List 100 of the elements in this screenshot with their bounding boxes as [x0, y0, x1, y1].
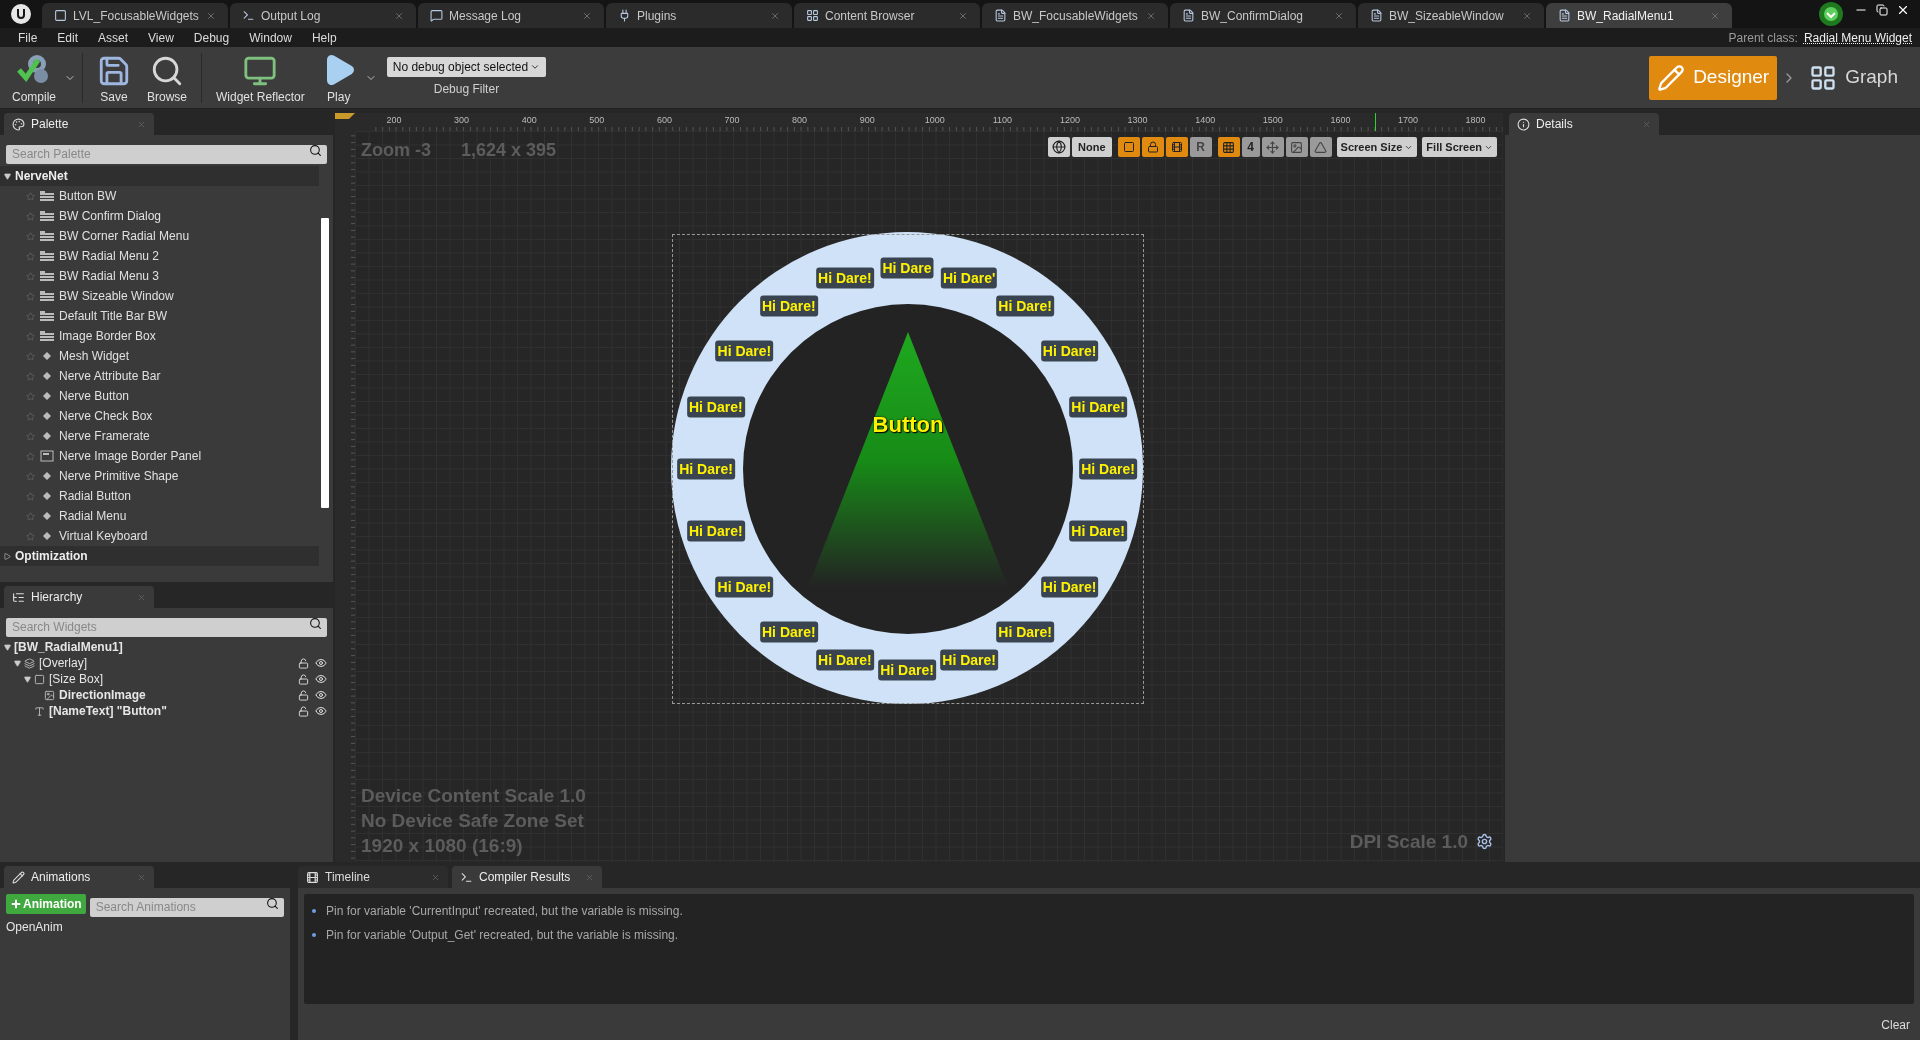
size-dropdown[interactable]: Screen Size	[1336, 137, 1418, 157]
ring-label[interactable]: Hi Dare!	[687, 396, 745, 418]
star-icon[interactable]	[26, 191, 35, 201]
search-field[interactable]: Search Palette	[6, 144, 327, 164]
star-icon[interactable]	[26, 251, 35, 261]
star-icon[interactable]	[26, 451, 35, 461]
toggle-button[interactable]	[1141, 137, 1164, 157]
palette-item[interactable]: Nerve Framerate	[0, 426, 319, 446]
eye-icon[interactable]	[315, 705, 327, 717]
ring-label[interactable]: Hi Dare	[880, 257, 934, 279]
globe-button[interactable]	[1048, 137, 1071, 157]
palette-item[interactable]: BW Sizeable Window	[0, 286, 319, 306]
tool-button[interactable]	[1261, 137, 1284, 157]
restore-icon[interactable]	[1876, 4, 1888, 16]
tree-item[interactable]: [Size Box]	[49, 670, 298, 688]
parent-class-link[interactable]: Radial Menu Widget	[1803, 28, 1912, 47]
debug-object-dropdown[interactable]: No debug object selected	[386, 57, 547, 77]
settings-icon[interactable]	[1476, 833, 1493, 851]
tree-item[interactable]: [NameText] "Button"	[49, 702, 298, 720]
star-icon[interactable]	[26, 351, 35, 361]
ring-label[interactable]: Hi Dare!	[760, 295, 818, 317]
panel-tab[interactable]: Palette	[4, 113, 154, 135]
palette-item[interactable]: Button BW	[0, 186, 319, 206]
palette-item[interactable]: Mesh Widget	[0, 346, 319, 366]
grid-size-value[interactable]: 4	[1241, 137, 1260, 157]
search-field[interactable]: Search Animations	[89, 897, 284, 917]
panel-tab[interactable]: Details	[1509, 113, 1659, 135]
grid-toggle[interactable]	[1217, 137, 1240, 157]
editor-tab[interactable]: BW_ConfirmDialog	[1170, 3, 1356, 28]
star-icon[interactable]	[26, 271, 35, 281]
category-header[interactable]: NerveNet	[0, 166, 319, 186]
ring-label[interactable]: Hi Dare!	[996, 295, 1054, 317]
editor-tab[interactable]: Message Log	[418, 3, 604, 28]
ring-label[interactable]: Hi Dare!	[760, 621, 818, 643]
toolbar-button[interactable]: Play	[312, 47, 365, 108]
editor-tab[interactable]: Output Log	[230, 3, 416, 28]
star-icon[interactable]	[26, 231, 35, 241]
palette-item[interactable]: Nerve Image Border Panel	[0, 446, 319, 466]
tree-item[interactable]: DirectionImage	[59, 686, 298, 704]
editor-tab[interactable]: LVL_FocusableWidgets	[42, 3, 228, 28]
ring-label[interactable]: Hi Dare!	[1040, 576, 1099, 598]
toggle-button[interactable]	[1165, 137, 1188, 157]
menu-item[interactable]: Asset	[88, 28, 139, 47]
ring-label[interactable]: Hi Dare!	[1079, 458, 1137, 480]
locale-dropdown[interactable]: None	[1072, 137, 1112, 157]
ring-label[interactable]: Hi Dare'	[940, 267, 998, 289]
ring-label[interactable]: Hi Dare!	[816, 649, 874, 671]
editor-tab[interactable]: BW_RadialMenu1	[1546, 3, 1732, 28]
scrollbar[interactable]	[321, 218, 329, 508]
menu-item[interactable]: View	[138, 28, 184, 47]
search-field[interactable]: Search Widgets	[6, 617, 327, 637]
palette-item[interactable]: Nerve Button	[0, 386, 319, 406]
palette-item[interactable]: Nerve Attribute Bar	[0, 366, 319, 386]
editor-tab[interactable]: BW_SizeableWindow	[1358, 3, 1544, 28]
ring-label[interactable]: Hi Dare!	[1069, 396, 1127, 418]
size-dropdown[interactable]: Fill Screen	[1422, 137, 1497, 157]
ring-label[interactable]: Hi Dare!	[715, 576, 774, 598]
clear-button[interactable]: Clear	[1877, 1016, 1914, 1034]
ring-label[interactable]: Hi Dare!	[940, 649, 998, 671]
menu-item[interactable]: File	[8, 28, 48, 47]
menu-item[interactable]: Debug	[183, 28, 240, 47]
toolbar-button[interactable]: Widget Reflector	[208, 47, 313, 108]
menu-item[interactable]: Window	[239, 28, 302, 47]
editor-tab[interactable]: Content Browser	[794, 3, 980, 28]
star-icon[interactable]	[26, 371, 35, 381]
expanded-arrow-icon[interactable]	[14, 659, 21, 667]
toggle-button[interactable]: R	[1189, 137, 1212, 157]
star-icon[interactable]	[26, 411, 35, 421]
star-icon[interactable]	[26, 331, 35, 341]
toolbar-button[interactable]: Save	[89, 47, 139, 108]
palette-item[interactable]: Default Title Bar BW	[0, 306, 319, 326]
palette-item[interactable]: Radial Button	[0, 486, 319, 506]
star-icon[interactable]	[26, 291, 35, 301]
eye-icon[interactable]	[315, 657, 327, 669]
unlock-icon[interactable]	[298, 689, 309, 701]
menu-item[interactable]: Help	[301, 28, 347, 47]
palette-item[interactable]: BW Radial Menu 3	[0, 266, 319, 286]
close-icon[interactable]	[1896, 3, 1910, 17]
expanded-arrow-icon[interactable]	[4, 643, 11, 651]
toolbar-button[interactable]: Compile	[4, 47, 64, 108]
animation-item[interactable]: OpenAnim	[6, 918, 284, 936]
panel-tab[interactable]: Hierarchy	[4, 586, 154, 608]
ring-label[interactable]: Hi Dare!	[715, 340, 774, 362]
palette-item[interactable]: Image Border Box	[0, 326, 319, 346]
unlock-icon[interactable]	[298, 657, 309, 669]
ring-label[interactable]: Hi Dare!	[1040, 340, 1099, 362]
ring-label[interactable]: Hi Dare!	[1069, 520, 1127, 542]
palette-item[interactable]: BW Radial Menu 2	[0, 246, 319, 266]
expanded-arrow-icon[interactable]	[24, 675, 31, 683]
star-icon[interactable]	[26, 391, 35, 401]
toggle-button[interactable]	[1117, 137, 1140, 157]
panel-tab[interactable]: Timeline	[298, 866, 448, 888]
editor-tab[interactable]: BW_FocusableWidgets	[982, 3, 1168, 28]
mode-tab[interactable]: Graph	[1801, 55, 1906, 100]
palette-item[interactable]: Nerve Check Box	[0, 406, 319, 426]
ring-label[interactable]: Hi Dare!	[996, 621, 1054, 643]
editor-tab[interactable]: Plugins	[606, 3, 792, 28]
eye-icon[interactable]	[315, 673, 327, 685]
palette-item[interactable]: BW Corner Radial Menu	[0, 226, 319, 246]
unlock-icon[interactable]	[298, 673, 309, 685]
